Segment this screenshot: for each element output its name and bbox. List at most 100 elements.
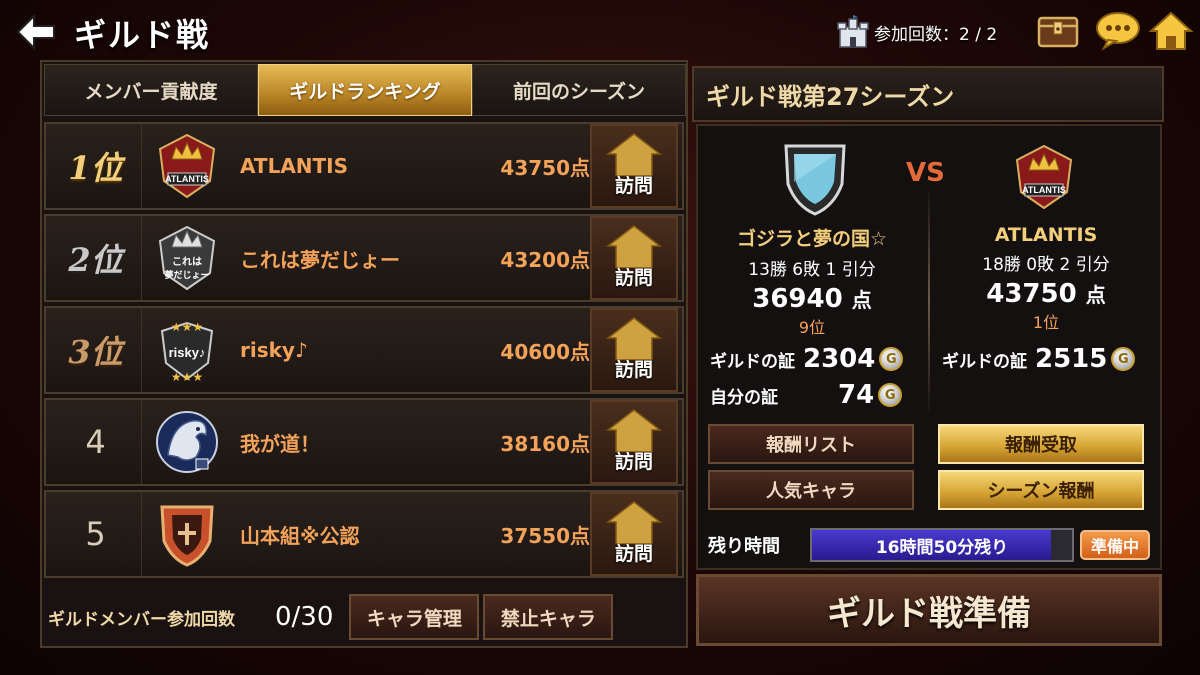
guild-name: これは夢だじょー bbox=[240, 247, 400, 272]
guild-emblem-shield-icon bbox=[160, 505, 214, 567]
opponent-guild-score: 43750 bbox=[986, 279, 1077, 309]
guild-war-prepare-button[interactable]: ギルド戦準備 bbox=[696, 574, 1162, 646]
emblem-text: 夢だじょー bbox=[164, 269, 209, 281]
guild-score: 37550点 bbox=[500, 523, 590, 548]
visit-label: 訪問 bbox=[614, 267, 653, 289]
my-guild-score: 36940 bbox=[752, 284, 843, 314]
rank-label: 3位 bbox=[50, 308, 142, 392]
guild-emblem-dragon-icon bbox=[156, 411, 218, 473]
tab-previous-season[interactable]: 前回のシーズン bbox=[472, 64, 686, 116]
coin-icon: G bbox=[1111, 347, 1136, 371]
score-unit: 点 bbox=[851, 288, 872, 312]
guild-emblem-stars-icon: risky♪ ★★★ ★★★ bbox=[160, 320, 214, 384]
reward-list-button[interactable]: 報酬リスト bbox=[708, 424, 914, 464]
castle-icon bbox=[837, 15, 869, 48]
my-guild-record: 13勝 6敗 1 引分 bbox=[748, 260, 876, 280]
tab-guild-ranking[interactable]: ギルドランキング bbox=[258, 64, 472, 116]
ranking-row: 4 我が道！ 38160点 訪問 bbox=[44, 398, 684, 486]
guild-emblem-crown-icon: ATLANTIS bbox=[1015, 144, 1073, 210]
guild-name: 我が道！ bbox=[240, 431, 320, 456]
visit-label: 訪問 bbox=[614, 175, 653, 197]
house-icon bbox=[606, 501, 662, 544]
opponent-guild-proof: ギルドの証 2515 G bbox=[942, 344, 1136, 374]
opponent-guild-name: ATLANTIS bbox=[994, 224, 1098, 246]
opponent-guild-summary: ATLANTIS 18勝 0敗 2 引分 43750 点 1位 bbox=[936, 224, 1156, 333]
ranking-tabs: メンバー貢献度 ギルドランキング 前回のシーズン bbox=[44, 64, 686, 116]
opponent-guild-rank: 1位 bbox=[1032, 313, 1060, 332]
participation-count: 参加回数：2 / 2 bbox=[836, 14, 997, 50]
remaining-time-label: 残り時間 bbox=[708, 536, 780, 557]
page-title: ギルド戦 bbox=[74, 16, 211, 54]
reward-receive-button[interactable]: 報酬受取 bbox=[938, 424, 1144, 464]
ranking-row: 1位 ATLANTIS ATLANTIS 43750点 訪問 bbox=[44, 122, 684, 210]
back-arrow-icon[interactable] bbox=[14, 12, 58, 52]
guild-proof-label: ギルドの証 bbox=[942, 351, 1027, 372]
member-bar: ギルドメンバー参加回数 0/30 キャラ管理 禁止キャラ bbox=[44, 592, 684, 642]
season-reward-button[interactable]: シーズン報酬 bbox=[938, 470, 1144, 510]
coin-icon: G bbox=[879, 347, 904, 371]
my-guild-name: ゴジラと夢の国☆ bbox=[736, 228, 888, 250]
visit-button[interactable]: 訪問 bbox=[590, 124, 678, 208]
member-participation-label: ギルドメンバー参加回数 bbox=[48, 609, 235, 630]
guild-score: 43750点 bbox=[500, 155, 590, 180]
remaining-time-text: 16時間50分残り bbox=[875, 537, 1009, 558]
chara-manage-button[interactable]: キャラ管理 bbox=[349, 594, 480, 640]
opponent-guild-record: 18勝 0敗 2 引分 bbox=[982, 255, 1110, 275]
visit-label: 訪問 bbox=[614, 543, 653, 565]
self-proof-label: 自分の証 bbox=[710, 387, 778, 408]
guild-name: 山本組※公認 bbox=[240, 523, 360, 548]
season-title: ギルド戦第27シーズン bbox=[692, 66, 1164, 122]
guild-emblem-crown-icon: ATLANTIS bbox=[158, 133, 216, 199]
guild-name: risky♪ bbox=[240, 338, 308, 362]
emblem-text: これは bbox=[172, 256, 202, 268]
my-guild-rank: 9位 bbox=[798, 318, 826, 337]
member-participation-count: 0/30 bbox=[275, 602, 334, 632]
rank-label: 2位 bbox=[50, 216, 142, 300]
house-icon bbox=[606, 225, 662, 268]
vs-label: VS bbox=[906, 158, 945, 188]
score-unit: 点 bbox=[1085, 283, 1106, 307]
tab-member-contribution[interactable]: メンバー貢献度 bbox=[44, 64, 258, 116]
guild-proof-value: 2515 bbox=[1035, 344, 1108, 374]
vs-divider bbox=[928, 190, 930, 412]
remaining-time-bar: 16時間50分残り bbox=[810, 528, 1074, 562]
house-icon bbox=[606, 133, 662, 176]
guild-score: 40600点 bbox=[500, 339, 590, 364]
visit-button[interactable]: 訪問 bbox=[590, 400, 678, 484]
visit-label: 訪問 bbox=[614, 359, 653, 381]
self-proof-value: 74 bbox=[838, 380, 875, 410]
popular-chara-button[interactable]: 人気キャラ bbox=[708, 470, 914, 510]
visit-button[interactable]: 訪問 bbox=[590, 492, 678, 576]
treasure-chest-icon[interactable] bbox=[1036, 10, 1080, 50]
ranking-row: 2位 これは 夢だじょー これは夢だじょー 43200点 訪問 bbox=[44, 214, 684, 302]
svg-text:★★★: ★★★ bbox=[171, 320, 203, 334]
house-icon bbox=[606, 409, 662, 452]
guild-score: 38160点 bbox=[500, 431, 590, 456]
ranking-row: 3位 risky♪ ★★★ ★★★ risky♪ 40600点 訪問 bbox=[44, 306, 684, 394]
rank-label: 4 bbox=[50, 400, 142, 484]
guild-emblem-crown-icon: これは 夢だじょー bbox=[158, 225, 216, 291]
guild-proof-label: ギルドの証 bbox=[710, 351, 795, 372]
guild-proof-value: 2304 bbox=[803, 344, 876, 374]
coin-icon: G bbox=[878, 383, 903, 407]
visit-button[interactable]: 訪問 bbox=[590, 216, 678, 300]
guild-score: 43200点 bbox=[500, 247, 590, 272]
visit-button[interactable]: 訪問 bbox=[590, 308, 678, 392]
chat-bubble-icon[interactable] bbox=[1094, 10, 1140, 51]
guild-shield-icon bbox=[784, 144, 846, 216]
participation-label: 参加回数：2 / 2 bbox=[874, 24, 998, 45]
guild-name: ATLANTIS bbox=[240, 154, 349, 178]
home-icon[interactable] bbox=[1148, 10, 1194, 50]
visit-label: 訪問 bbox=[614, 451, 653, 473]
svg-text:★★★: ★★★ bbox=[171, 370, 203, 384]
emblem-text: ATLANTIS bbox=[165, 174, 209, 184]
banned-chara-button[interactable]: 禁止キャラ bbox=[483, 594, 614, 640]
house-icon bbox=[606, 317, 662, 360]
rank-label: 5 bbox=[50, 492, 142, 576]
emblem-text: ATLANTIS bbox=[1022, 185, 1066, 195]
self-proof: 自分の証 74 G bbox=[710, 380, 903, 410]
rank-label: 1位 bbox=[50, 124, 142, 208]
emblem-text: risky♪ bbox=[169, 345, 206, 360]
status-badge: 準備中 bbox=[1080, 530, 1150, 560]
my-guild-proof: ギルドの証 2304 G bbox=[710, 344, 904, 374]
